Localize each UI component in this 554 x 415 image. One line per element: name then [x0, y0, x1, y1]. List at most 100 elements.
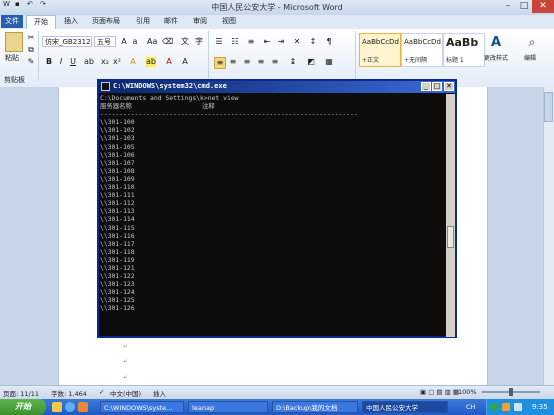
cmd-server-row: \\301-106: [100, 150, 135, 159]
cut-icon[interactable]: ✂: [26, 33, 36, 43]
scrollbar-thumb[interactable]: [544, 92, 553, 122]
task-ieanap[interactable]: Ieanap: [188, 401, 268, 413]
minimize-button[interactable]: –: [500, 0, 516, 13]
numbering-icon[interactable]: ☷: [230, 37, 240, 47]
tab-file[interactable]: 文件: [1, 15, 23, 28]
media-icon[interactable]: [78, 402, 88, 412]
decrease-indent-icon[interactable]: ⇤: [262, 37, 272, 47]
cmd-server-row: \\301-119: [100, 255, 135, 264]
tab-insert[interactable]: 插入: [57, 15, 85, 28]
grow-font-icon[interactable]: A: [119, 37, 129, 47]
language-indicator[interactable]: 中文(中国): [110, 388, 141, 398]
cmd-server-row: \\301-112: [100, 199, 135, 208]
zoom-level[interactable]: 100%: [458, 388, 477, 396]
clear-format-icon[interactable]: ⌫: [162, 37, 173, 47]
proofing-icon[interactable]: ✓: [99, 388, 104, 396]
zoom-slider-handle[interactable]: [509, 388, 513, 396]
strikethrough-icon[interactable]: ab: [84, 57, 94, 67]
underline-icon[interactable]: U: [68, 57, 78, 67]
cmd-server-row: \\301-126: [100, 304, 135, 313]
style-label: +无间隔: [404, 57, 428, 64]
tab-review[interactable]: 审阅: [186, 15, 214, 28]
cmd-server-row: \\301-108: [100, 166, 135, 175]
shading-icon[interactable]: ◩: [306, 57, 316, 67]
shrink-font-icon[interactable]: a: [130, 37, 140, 47]
page-count[interactable]: 页面: 11/11: [3, 388, 39, 398]
style-no-spacing[interactable]: AaBbCcDd +无间隔: [401, 33, 443, 67]
copy-icon[interactable]: ⧉: [26, 45, 36, 55]
cmd-maximize-button[interactable]: □: [432, 82, 442, 91]
start-button[interactable]: 开始: [0, 399, 46, 415]
clock[interactable]: 9:35: [532, 403, 548, 411]
phonetic-guide-icon[interactable]: 文: [180, 37, 190, 47]
align-right-icon[interactable]: ≡: [242, 57, 252, 67]
close-button[interactable]: ✕: [532, 0, 554, 13]
tray-icon[interactable]: [502, 403, 510, 411]
style-heading-1[interactable]: AaBb 标题 1: [443, 33, 485, 67]
view-buttons-icon[interactable]: ▣ ▢ ▤ ▥ ▦: [420, 388, 459, 396]
tab-home[interactable]: 开始: [26, 15, 56, 29]
style-normal[interactable]: AaBbCcDd +正文: [359, 33, 401, 67]
align-center-icon[interactable]: ≡: [228, 57, 238, 67]
font-name-select[interactable]: 仿宋_GB2312: [42, 36, 92, 47]
paste-button-label[interactable]: 粘贴: [5, 53, 19, 63]
chinese-layout-icon[interactable]: ✕: [292, 37, 302, 47]
bullets-icon[interactable]: ☰: [214, 37, 224, 47]
superscript-icon[interactable]: x²: [112, 57, 122, 67]
italic-icon[interactable]: I: [56, 57, 66, 67]
cmd-server-row: \\301-121: [100, 263, 135, 272]
maximize-button[interactable]: □: [516, 0, 532, 13]
tab-references[interactable]: 引用: [129, 15, 157, 28]
input-language[interactable]: CH: [466, 403, 475, 411]
word-count[interactable]: 字数: 1,464: [51, 388, 87, 398]
sort-icon[interactable]: ↕: [308, 37, 318, 47]
clipboard-group-label: 剪贴板: [4, 76, 25, 84]
tab-page-layout[interactable]: 页面布局: [85, 15, 127, 28]
style-sample: AaBbCcDd: [362, 38, 399, 46]
task-backup-folder[interactable]: D:\Backup\我的文档: [272, 401, 358, 413]
subscript-icon[interactable]: x₂: [100, 57, 110, 67]
multilevel-list-icon[interactable]: ≡: [246, 37, 256, 47]
paste-icon[interactable]: [5, 32, 23, 52]
vertical-scrollbar[interactable]: [543, 87, 554, 385]
text-effects-icon[interactable]: A: [128, 57, 138, 67]
cmd-server-row: \\301-113: [100, 207, 135, 216]
cmd-server-row: \\301-110: [100, 183, 135, 192]
distribute-icon[interactable]: ≡: [270, 57, 280, 67]
tray-icon[interactable]: [490, 403, 498, 411]
cmd-output[interactable]: C:\Documents and Settings\k>net view 服务器名…: [100, 94, 445, 337]
style-label: +正文: [362, 57, 380, 64]
highlight-icon[interactable]: ab: [146, 57, 156, 67]
align-left-icon[interactable]: ≡: [214, 57, 226, 69]
font-color-icon[interactable]: A: [164, 57, 174, 67]
line-spacing-icon[interactable]: ↨: [288, 57, 298, 67]
show-marks-icon[interactable]: ¶: [324, 37, 334, 47]
borders-icon[interactable]: ▦: [324, 57, 334, 67]
edit-label[interactable]: 编辑: [524, 53, 536, 62]
increase-indent-icon[interactable]: ⇥: [276, 37, 286, 47]
tab-mailings[interactable]: 邮件: [157, 15, 185, 28]
style-sample: AaBb: [446, 36, 479, 49]
find-icon[interactable]: ⌕: [523, 35, 541, 51]
tab-view[interactable]: 视图: [215, 15, 243, 28]
cmd-minimize-button[interactable]: _: [421, 82, 431, 91]
tray-icon[interactable]: [514, 403, 522, 411]
ie-icon[interactable]: [65, 402, 75, 412]
change-styles-label[interactable]: 更改样式: [484, 53, 508, 62]
format-painter-icon[interactable]: ✎: [26, 57, 36, 67]
cmd-scrollbar[interactable]: [446, 94, 455, 337]
task-cmd[interactable]: C:\WINDOWS\syste...: [100, 401, 184, 413]
change-styles-icon[interactable]: A: [486, 35, 506, 51]
enclose-char-icon[interactable]: 字: [194, 37, 204, 47]
insert-mode[interactable]: 插入: [153, 388, 166, 398]
cmd-scrollbar-thumb[interactable]: [447, 226, 454, 248]
char-border-icon[interactable]: A: [180, 57, 190, 67]
quick-launch-icon[interactable]: [52, 402, 62, 412]
font-size-select[interactable]: 五号: [94, 36, 116, 47]
task-word[interactable]: 中国人民公安大学: [362, 401, 448, 413]
change-case-icon[interactable]: Aa: [147, 37, 157, 47]
justify-icon[interactable]: ≡: [256, 57, 266, 67]
cmd-close-button[interactable]: ✕: [444, 82, 454, 91]
cmd-icon: [101, 82, 110, 91]
bold-icon[interactable]: B: [44, 57, 54, 67]
